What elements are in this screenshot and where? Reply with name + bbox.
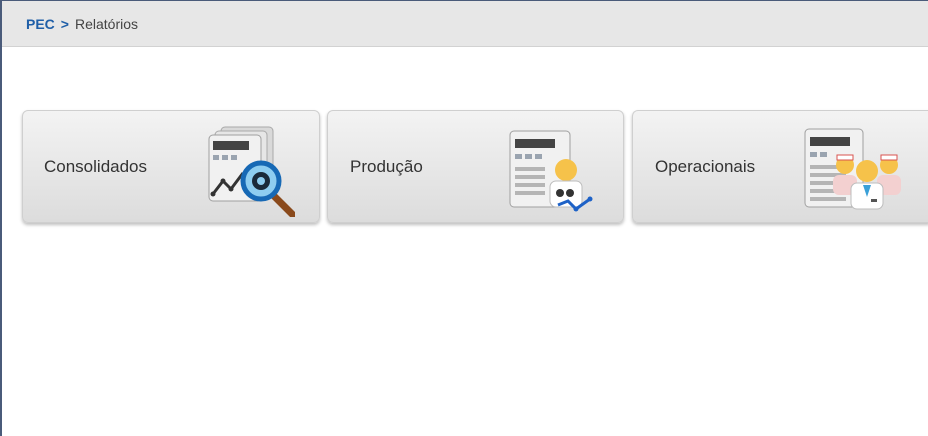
report-production-icon [509,130,593,212]
breadcrumb-separator: > [60,15,69,32]
operacionais-report-button[interactable]: Operacionais [632,110,928,223]
breadcrumb: PEC > Relatórios [2,1,928,47]
consolidados-label: Consolidados [44,157,148,176]
app-frame: PEC > Relatórios Consolidados Produção O… [0,0,928,436]
operacionais-label: Operacionais [655,157,756,176]
breadcrumb-root-link[interactable]: PEC [26,16,55,32]
producao-report-button[interactable]: Produção [327,110,624,223]
report-team-icon [804,128,901,210]
breadcrumb-current: Relatórios [74,15,139,32]
producao-label: Produção [350,157,423,176]
report-magnifier-icon [208,126,295,217]
consolidados-report-button[interactable]: Consolidados [22,110,320,223]
